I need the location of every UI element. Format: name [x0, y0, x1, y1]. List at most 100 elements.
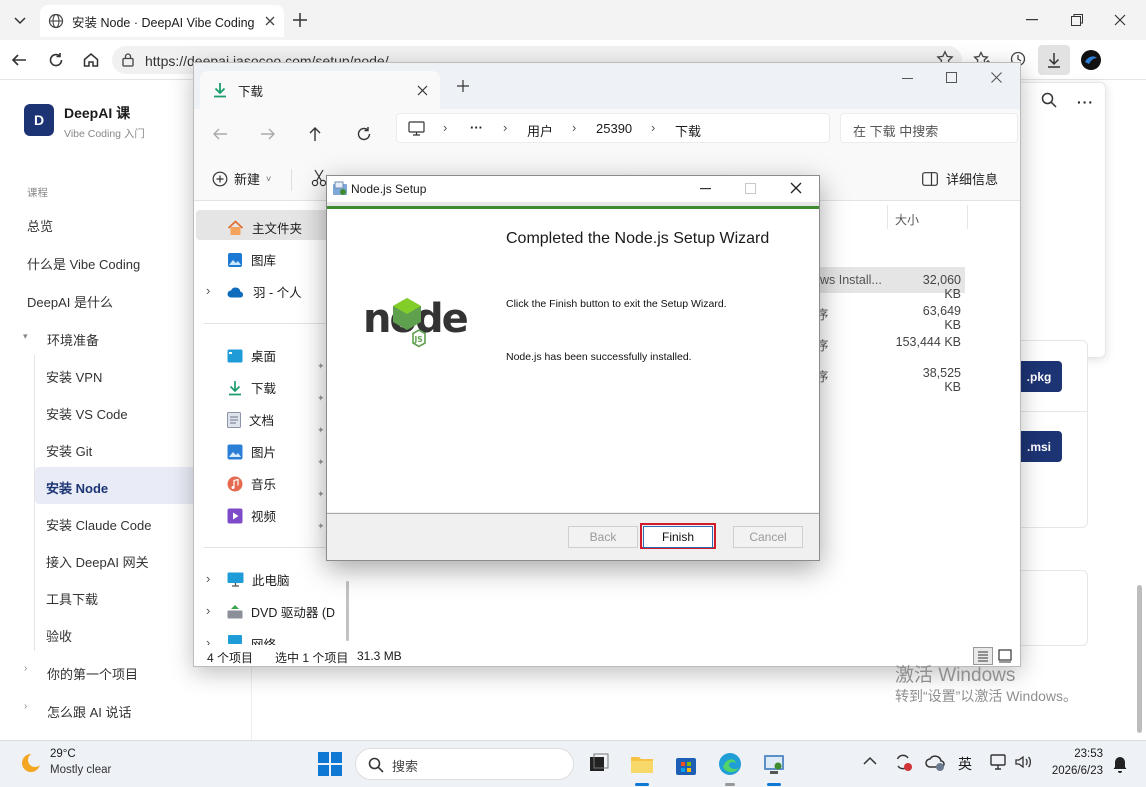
refresh-icon[interactable] [47, 51, 65, 69]
taskbar-search[interactable]: 搜索 [355, 748, 574, 780]
nav-item-install-git[interactable]: 安装 Git [46, 441, 92, 460]
nav-item-deepai-gateway[interactable]: 接入 DeepAI 网关 [46, 552, 149, 571]
tree-item-onedrive[interactable]: 羽 - 个人 [227, 282, 302, 301]
new-button[interactable]: 新建 ˅ [212, 169, 271, 188]
weather-desc[interactable]: Mostly clear [50, 764, 111, 776]
path-segment-downloads[interactable]: 下载 [675, 121, 701, 140]
back-icon[interactable] [10, 51, 28, 69]
more-menu-icon[interactable]: ··· [1077, 94, 1094, 110]
tree-item-this-pc[interactable]: 此电脑 [227, 570, 290, 589]
browser-tab-active[interactable]: 安装 Node · DeepAI Vibe Coding 课 [40, 5, 284, 37]
nav-pane-scrollbar[interactable] [346, 581, 349, 641]
chevron-right-icon[interactable]: › [206, 635, 210, 645]
nav-item-verify[interactable]: 验收 [46, 626, 72, 645]
nav-item-tool-downloads[interactable]: 工具下载 [46, 589, 98, 608]
forward-icon[interactable] [260, 126, 276, 142]
path-segment-user[interactable]: 25390 [596, 121, 632, 136]
expand-arrow-talk-to-ai[interactable]: › [24, 701, 27, 712]
explorer-tab[interactable]: 下载 [200, 71, 440, 109]
start-icon[interactable] [317, 751, 343, 777]
downloads-button[interactable] [1038, 45, 1070, 75]
minimize-icon[interactable] [700, 188, 711, 190]
plus-circle-icon [212, 171, 228, 187]
notification-bell-icon[interactable] [1112, 755, 1128, 773]
msi-download-button[interactable]: .msi [1016, 431, 1062, 462]
cancel-button[interactable]: Cancel [733, 526, 803, 548]
tree-item-home[interactable]: 主文件夹 [227, 218, 302, 237]
task-view-icon[interactable] [586, 751, 612, 777]
path-segment-users[interactable]: 用户 [527, 121, 553, 140]
nav-item-what-is-vibe-coding[interactable]: 什么是 Vibe Coding [27, 254, 140, 273]
store-icon[interactable] [673, 751, 699, 777]
nav-item-install-vscode[interactable]: 安装 VS Code [46, 404, 128, 423]
lock-icon[interactable] [121, 52, 135, 67]
expand-arrow-env[interactable]: ▾ [23, 331, 28, 342]
weather-icon[interactable] [18, 750, 44, 776]
close-window-icon[interactable] [1114, 14, 1126, 26]
nav-item-overview[interactable]: 总览 [27, 216, 53, 235]
minimize-icon[interactable] [902, 78, 913, 80]
clock-date[interactable]: 2026/6/23 [1043, 765, 1103, 777]
nav-item-what-is-deepai[interactable]: DeepAI 是什么 [27, 292, 113, 311]
maximize-icon[interactable] [946, 72, 957, 83]
tree-item-pictures[interactable]: 图片 [227, 442, 276, 461]
finish-button[interactable]: Finish [643, 526, 713, 548]
minimize-icon[interactable] [1026, 19, 1038, 21]
cut-icon[interactable] [311, 169, 327, 187]
column-header-size[interactable]: 大小 [895, 211, 919, 228]
nav-item-install-vpn[interactable]: 安装 VPN [46, 367, 102, 386]
back-icon[interactable] [212, 126, 228, 142]
chevron-right-icon[interactable]: › [206, 283, 210, 298]
explorer-search-input[interactable]: 在 下载 中搜索 [840, 113, 1018, 143]
show-hidden-icons[interactable] [863, 756, 877, 766]
clock-time[interactable]: 23:53 [1071, 748, 1103, 760]
ime-indicator[interactable]: 英 [958, 754, 972, 774]
edge-icon[interactable] [717, 751, 743, 777]
tab-close-icon[interactable] [264, 15, 276, 27]
nav-item-install-node[interactable]: 安装 Node [35, 467, 193, 504]
tree-item-videos[interactable]: 视频 [227, 506, 276, 525]
tab-list-icon[interactable] [12, 12, 28, 28]
volume-icon[interactable] [1014, 753, 1032, 771]
tree-item-documents[interactable]: 文档 [227, 410, 274, 429]
installer-taskbar-icon[interactable] [761, 751, 787, 777]
path-overflow[interactable]: ··· [470, 120, 483, 135]
details-button[interactable]: 详细信息 [922, 169, 998, 188]
site-logo[interactable]: D [24, 104, 54, 136]
tree-item-desktop[interactable]: 桌面 [227, 346, 276, 365]
nav-item-install-claude-code[interactable]: 安装 Claude Code [46, 515, 152, 534]
maximize-icon[interactable] [1071, 14, 1083, 26]
refresh-icon[interactable] [356, 126, 372, 142]
address-path[interactable]: › ··· › 用户 › 25390 › 下载 [396, 113, 830, 143]
tree-item-downloads[interactable]: 下载 [227, 378, 276, 397]
nav-item-talk-to-ai[interactable]: 怎么跟 AI 说话 [47, 702, 132, 721]
page-scrollbar[interactable] [1137, 585, 1142, 733]
home-icon[interactable] [82, 51, 100, 69]
up-icon[interactable] [307, 126, 323, 142]
site-brand[interactable]: DeepAI 课 [64, 103, 130, 123]
nav-item-env-setup[interactable]: 环境准备 [47, 330, 99, 349]
file-name-1[interactable]: ws Install... [820, 273, 882, 287]
network-icon[interactable] [990, 753, 1008, 771]
expand-arrow-first-project[interactable]: › [24, 663, 27, 674]
close-icon[interactable] [991, 72, 1002, 83]
cloud-status-icon[interactable] [925, 752, 947, 772]
new-tab-icon[interactable] [457, 80, 469, 92]
back-button[interactable]: Back [568, 526, 638, 548]
close-tab-icon[interactable] [417, 85, 428, 96]
close-icon[interactable] [790, 182, 802, 194]
nav-item-first-project[interactable]: 你的第一个项目 [47, 664, 138, 683]
sync-icon[interactable] [893, 752, 913, 772]
tree-item-gallery[interactable]: 图库 [227, 250, 276, 269]
site-search-icon[interactable] [1041, 92, 1057, 108]
chevron-right-icon[interactable]: › [206, 571, 210, 586]
profile-avatar-icon[interactable] [1081, 50, 1101, 70]
chevron-right-icon[interactable]: › [206, 603, 210, 618]
file-explorer-taskbar-icon[interactable] [629, 751, 655, 777]
tree-item-network[interactable]: 网络 [227, 634, 276, 645]
tree-item-music[interactable]: 音乐 [227, 474, 276, 493]
new-tab-icon[interactable] [291, 11, 309, 29]
weather-temp[interactable]: 29°C [50, 748, 76, 760]
tree-item-dvd-drive[interactable]: DVD 驱动器 (D [227, 602, 335, 621]
pkg-download-button[interactable]: .pkg [1016, 361, 1062, 392]
